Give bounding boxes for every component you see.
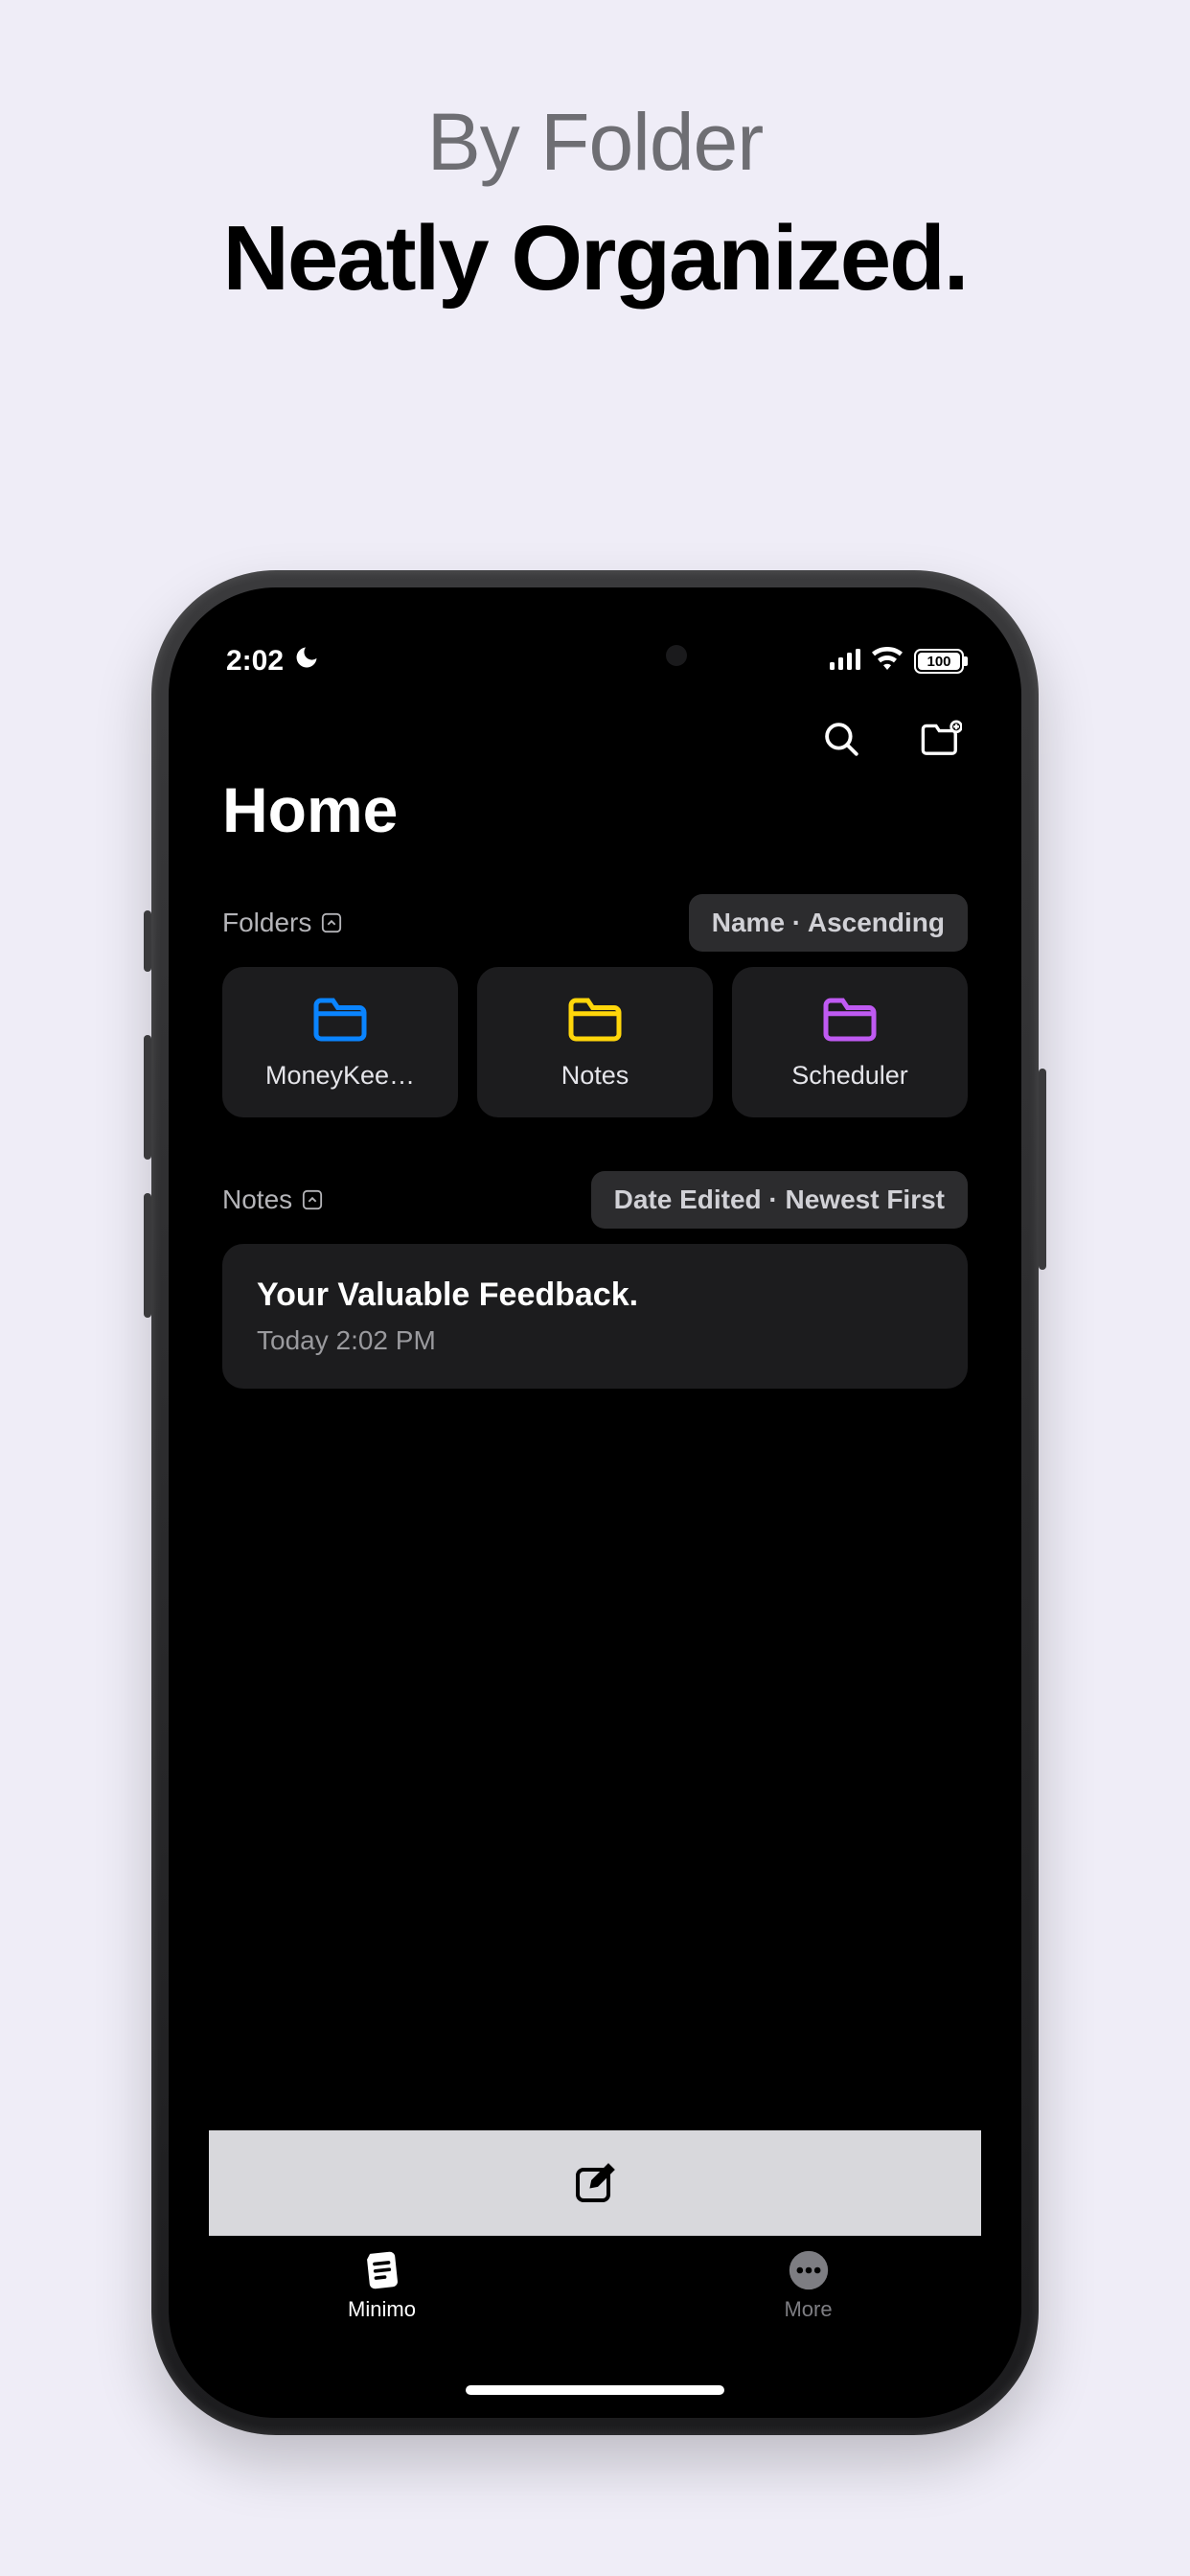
notes-section-header: Notes Date Edited · Newest First	[169, 1117, 1021, 1244]
folders-section-header: Folders Name · Ascending	[169, 873, 1021, 967]
note-meta: Today 2:02 PM	[257, 1325, 933, 1356]
folder-card[interactable]: Notes	[477, 967, 713, 1117]
notes-section-label: Notes	[222, 1184, 292, 1215]
folder-name: Scheduler	[780, 1061, 920, 1091]
battery-level: 100	[927, 654, 950, 670]
dynamic-island	[470, 622, 720, 689]
status-time: 2:02	[226, 645, 284, 678]
phone-mockup: 2:02	[151, 570, 1039, 2435]
chevron-up-icon	[302, 1189, 323, 1210]
compose-icon	[572, 2160, 618, 2206]
home-indicator[interactable]	[466, 2385, 724, 2395]
phone-silence-switch	[144, 910, 151, 972]
notes-section-toggle[interactable]: Notes	[222, 1184, 323, 1215]
folder-icon	[820, 996, 880, 1044]
phone-power-button	[1039, 1069, 1046, 1270]
phone-volume-up	[144, 1035, 151, 1160]
folder-name: Notes	[550, 1061, 641, 1091]
folder-plus-icon	[920, 719, 962, 759]
folder-icon	[310, 996, 370, 1044]
folders-sort-button[interactable]: Name · Ascending	[689, 894, 968, 952]
folder-name: MoneyKee…	[254, 1061, 426, 1091]
folders-section-toggle[interactable]: Folders	[222, 908, 342, 938]
tab-minimo-label: Minimo	[348, 2297, 416, 2322]
tab-more-label: More	[784, 2297, 832, 2322]
more-icon	[788, 2249, 830, 2291]
battery-icon: 100	[914, 649, 964, 674]
folder-icon	[565, 996, 625, 1044]
search-icon	[821, 719, 861, 759]
cellular-icon	[830, 645, 860, 678]
chevron-up-icon	[321, 912, 342, 933]
phone-volume-down	[144, 1193, 151, 1318]
moon-icon	[293, 644, 320, 678]
notes-sort-button[interactable]: Date Edited · Newest First	[591, 1171, 968, 1229]
notes-app-icon	[361, 2249, 403, 2291]
marketing-hero: By Folder Neatly Organized.	[0, 0, 1190, 311]
folder-card[interactable]: MoneyKee…	[222, 967, 458, 1117]
hero-subtitle: By Folder	[0, 96, 1190, 189]
wifi-icon	[872, 645, 903, 678]
note-title: Your Valuable Feedback.	[257, 1276, 933, 1314]
new-folder-button[interactable]	[920, 718, 962, 760]
compose-button[interactable]	[209, 2130, 981, 2236]
note-card[interactable]: Your Valuable Feedback. Today 2:02 PM	[222, 1244, 968, 1389]
folders-section-label: Folders	[222, 908, 311, 938]
page-title: Home	[169, 770, 1021, 873]
folder-card[interactable]: Scheduler	[732, 967, 968, 1117]
hero-title: Neatly Organized.	[0, 206, 1190, 311]
search-button[interactable]	[820, 718, 862, 760]
